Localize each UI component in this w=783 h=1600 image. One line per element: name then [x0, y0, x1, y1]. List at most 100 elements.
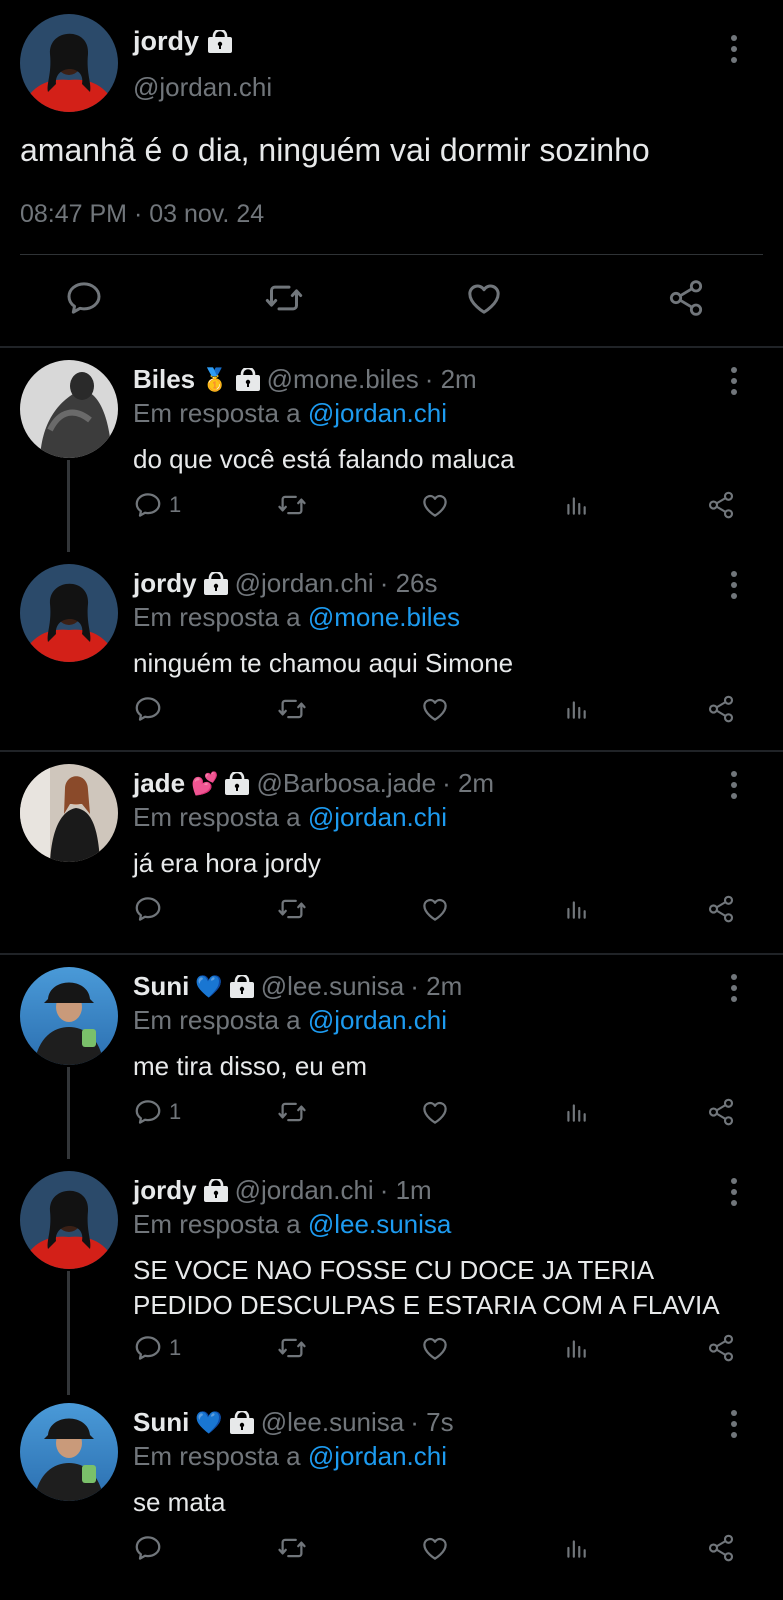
author-name[interactable]: jade — [133, 768, 185, 799]
share-icon[interactable] — [706, 894, 736, 924]
reply-item[interactable]: Biles 🥇 @mone.biles · 2m Em resposta a @… — [0, 348, 783, 552]
reply-button[interactable] — [133, 894, 163, 924]
avatar[interactable] — [20, 1171, 118, 1269]
reply-button[interactable]: 1 — [133, 1097, 181, 1127]
stats-icon[interactable] — [563, 694, 589, 724]
like-icon[interactable] — [420, 490, 450, 520]
reply-item[interactable]: jordy @jordan.chi · 1m Em resposta a @le… — [0, 1159, 783, 1395]
like-icon[interactable] — [420, 1333, 450, 1363]
reply-count: 1 — [169, 1335, 182, 1360]
author-name[interactable]: jordy — [133, 568, 197, 599]
more-options-icon[interactable] — [730, 366, 738, 396]
retweet-icon[interactable] — [277, 490, 307, 520]
in-reply-to: Em resposta a @jordan.chi — [133, 398, 447, 429]
reply-item[interactable]: jordy @jordan.chi · 26s Em resposta a @m… — [0, 552, 783, 752]
reply-text: do que você está falando maluca — [133, 444, 515, 474]
author-handle[interactable]: @Barbosa.jade — [256, 768, 436, 799]
avatar[interactable] — [20, 564, 118, 662]
retweet-icon[interactable] — [277, 1333, 307, 1363]
like-icon[interactable] — [420, 694, 450, 724]
like-icon[interactable] — [420, 1533, 450, 1563]
mention-link[interactable]: @lee.sunisa — [308, 1209, 451, 1239]
reply-header: Suni 💙 @lee.sunisa · 7s — [133, 1407, 454, 1438]
retweet-icon[interactable] — [277, 694, 307, 724]
author-name[interactable]: Suni — [133, 971, 189, 1002]
reply-actions: 1 — [0, 490, 783, 526]
avatar[interactable] — [20, 764, 118, 862]
reply-count: 1 — [169, 1099, 182, 1124]
retweet-icon[interactable] — [277, 1533, 307, 1563]
mention-link[interactable]: @mone.biles — [308, 602, 460, 632]
lock-icon — [235, 368, 261, 392]
mention-link[interactable]: @jordan.chi — [308, 802, 447, 832]
reply-button[interactable] — [133, 694, 163, 724]
share-icon[interactable] — [706, 1333, 736, 1363]
mention-link[interactable]: @jordan.chi — [308, 1441, 447, 1471]
lock-icon — [224, 772, 250, 796]
like-icon[interactable] — [420, 1097, 450, 1127]
author-name[interactable]: Biles — [133, 364, 195, 395]
reply-text: me tira disso, eu em — [133, 1051, 368, 1081]
hearts-emoji: 💕 — [191, 770, 219, 796]
author-handle[interactable]: @lee.sunisa — [261, 971, 404, 1002]
reply-header: jordy @jordan.chi · 26s — [133, 568, 438, 599]
stats-icon[interactable] — [563, 490, 589, 520]
lock-icon — [229, 975, 255, 999]
retweet-icon[interactable] — [264, 278, 304, 318]
more-options-icon[interactable] — [730, 770, 738, 800]
retweet-icon[interactable] — [277, 894, 307, 924]
reply-button[interactable] — [133, 1533, 163, 1563]
author-handle[interactable]: @mone.biles — [267, 364, 419, 395]
avatar[interactable] — [20, 967, 118, 1065]
like-icon[interactable] — [420, 894, 450, 924]
reply-icon[interactable] — [64, 278, 104, 318]
more-options-icon[interactable] — [730, 1177, 738, 1207]
more-options-icon[interactable] — [730, 570, 738, 600]
lock-icon — [207, 30, 233, 54]
author-handle[interactable]: @lee.sunisa — [261, 1407, 404, 1438]
author-name[interactable]: jordy — [133, 1175, 197, 1206]
reply-time: · 26s — [379, 568, 438, 598]
in-reply-label: Em resposta a — [133, 1005, 301, 1035]
reply-time: · 2m — [424, 364, 477, 394]
stats-icon[interactable] — [563, 1097, 589, 1127]
tweet-timestamp[interactable]: 08:47 PM · 03 nov. 24 — [20, 200, 264, 229]
reply-item[interactable]: Suni 💙 @lee.sunisa · 7s Em resposta a @j… — [0, 1391, 783, 1600]
mention-link[interactable]: @jordan.chi — [308, 1005, 447, 1035]
reply-item[interactable]: Suni 💙 @lee.sunisa · 2m Em resposta a @j… — [0, 955, 783, 1159]
author-name[interactable]: Suni — [133, 1407, 189, 1438]
reply-text-line: PEDIDO DESCULPAS E ESTARIA COM A FLAVIA — [133, 1290, 720, 1320]
like-icon[interactable] — [464, 278, 504, 318]
reply-header: Biles 🥇 @mone.biles · 2m — [133, 364, 477, 395]
share-icon[interactable] — [706, 694, 736, 724]
share-icon[interactable] — [706, 1533, 736, 1563]
author-name[interactable]: jordy — [133, 26, 233, 57]
avatar[interactable] — [20, 360, 118, 458]
author-handle[interactable]: @jordan.chi — [235, 1175, 374, 1206]
avatar[interactable] — [20, 14, 118, 112]
reply-item[interactable]: jade 💕 @Barbosa.jade · 2m Em resposta a … — [0, 752, 783, 952]
author-handle[interactable]: @jordan.chi — [133, 72, 272, 103]
reply-button[interactable]: 1 — [133, 1333, 181, 1363]
share-icon[interactable] — [706, 1097, 736, 1127]
retweet-icon[interactable] — [277, 1097, 307, 1127]
share-icon[interactable] — [706, 490, 736, 520]
reply-time: · 1m — [379, 1175, 432, 1205]
share-icon[interactable] — [666, 278, 706, 318]
author-handle[interactable]: @jordan.chi — [235, 568, 374, 599]
more-options-icon[interactable] — [730, 34, 738, 64]
reply-button[interactable]: 1 — [133, 490, 181, 520]
stats-icon[interactable] — [563, 894, 589, 924]
mention-link[interactable]: @jordan.chi — [308, 398, 447, 428]
reply-actions — [0, 694, 783, 730]
reply-actions — [0, 894, 783, 930]
more-options-icon[interactable] — [730, 973, 738, 1003]
reply-header: Suni 💙 @lee.sunisa · 2m — [133, 971, 462, 1002]
stats-icon[interactable] — [563, 1333, 589, 1363]
reply-text: já era hora jordy — [133, 848, 321, 878]
avatar[interactable] — [20, 1403, 118, 1501]
medal-emoji: 🥇 — [201, 366, 229, 392]
more-options-icon[interactable] — [730, 1409, 738, 1439]
stats-icon[interactable] — [563, 1533, 589, 1563]
lock-icon — [203, 572, 229, 596]
